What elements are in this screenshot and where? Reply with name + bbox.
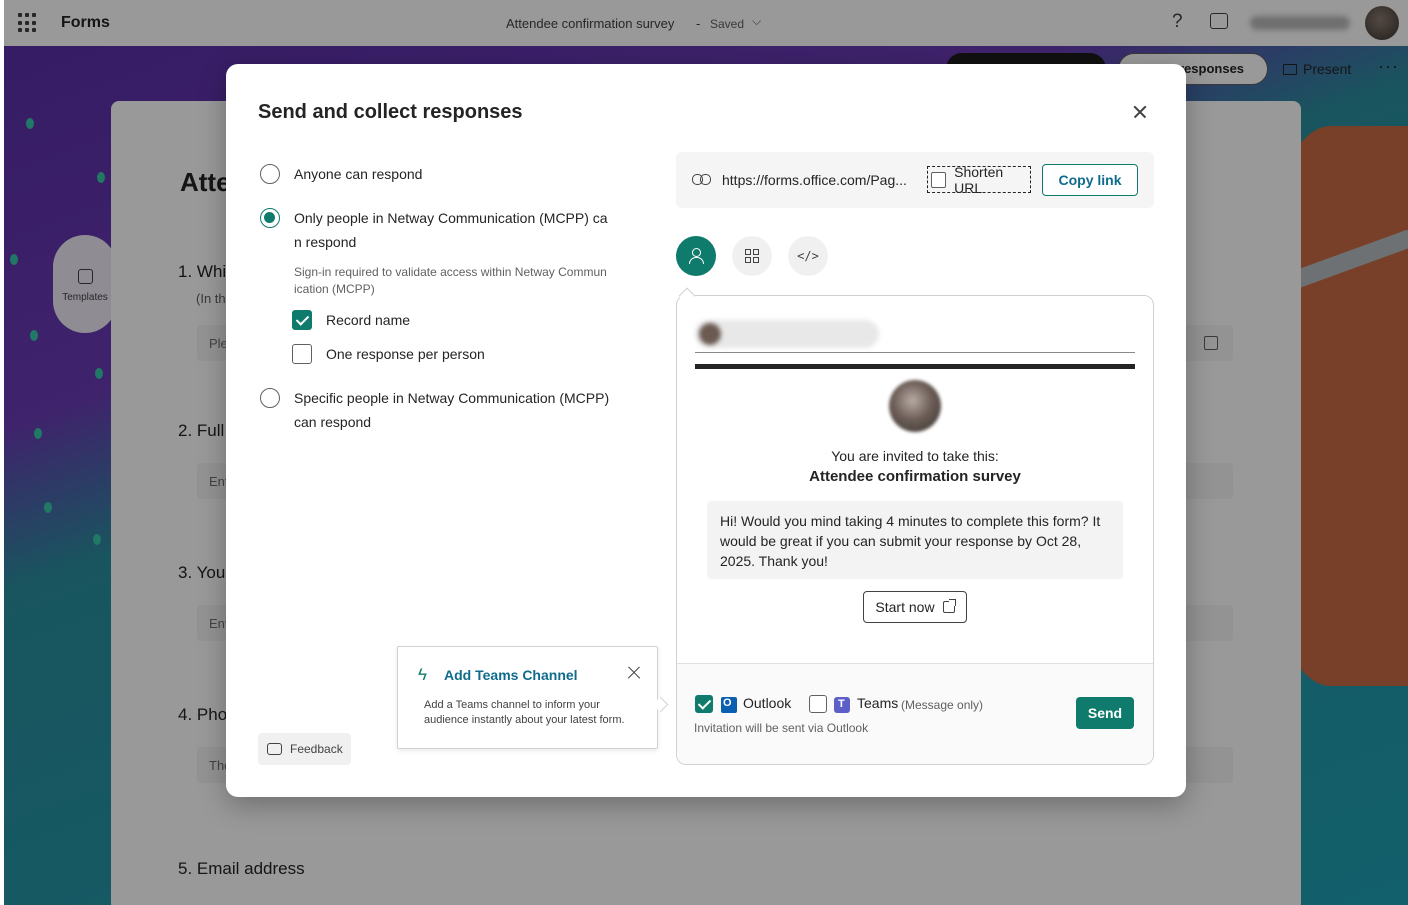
lightning-icon: ϟ [418,665,427,684]
tab-embed[interactable]: </> [788,236,828,276]
radio-org-only[interactable] [260,208,280,228]
invite-people-icon [688,248,704,264]
window-edge [0,0,4,905]
teams-icon [834,697,850,713]
radio-specific-people[interactable] [260,388,280,408]
qr-code-icon [745,249,759,263]
one-response-checkbox[interactable] [292,344,312,364]
shorten-url-label: Shorten URL [954,163,1004,196]
copy-link-button[interactable]: Copy link [1042,164,1138,196]
popup-close-icon[interactable] [627,666,641,680]
checkbox-box [931,171,947,188]
share-url[interactable]: https://forms.office.com/Pag... [722,172,907,188]
record-name-label[interactable]: Record name [326,312,410,328]
add-teams-channel-link[interactable]: Add Teams Channel [444,667,578,683]
teams-note: (Message only) [901,698,984,712]
description-line2: ication (MCPP) [294,282,375,296]
record-name-checkbox[interactable] [292,310,312,330]
outlook-label[interactable]: Outlook [743,695,791,711]
dialog-title: Send and collect responses [258,101,523,123]
outlook-checkbox[interactable] [695,695,713,713]
one-response-label[interactable]: One response per person [326,346,485,362]
close-icon[interactable] [1128,100,1152,124]
teams-checkbox[interactable] [809,695,827,713]
shorten-url-checkbox[interactable]: Shorten URL [927,163,1031,196]
feedback-button[interactable]: Feedback [258,733,351,765]
teams-label[interactable]: Teams [857,695,898,711]
add-teams-channel-popup: ϟ Add Teams Channel Add a Teams channel … [397,646,658,749]
speech-bubble-icon [267,743,282,755]
outlook-icon [721,697,737,713]
option-org-only-label-line1[interactable]: Only people in Netway Communication (MCP… [294,206,608,230]
link-icon [692,174,712,185]
option-specific-label-line2[interactable]: can respond [294,410,371,434]
feedback-label: Feedback [290,742,343,756]
option-specific-label-line1[interactable]: Specific people in Netway Communication … [294,386,609,410]
share-link-bar: https://forms.office.com/Pag... Shorten … [676,152,1154,208]
option-org-only-description: Sign-in required to validate access with… [294,264,612,298]
send-button[interactable]: Send [1076,697,1134,729]
embed-code-icon: </> [797,249,819,263]
radio-anyone[interactable] [260,164,280,184]
send-dialog: Send and collect responses Anyone can re… [226,64,1186,797]
tab-qr-code[interactable] [732,236,772,276]
description-line1: Sign-in required to validate access with… [294,265,607,279]
tab-invite-people[interactable] [676,236,716,276]
send-via-hint: Invitation will be sent via Outlook [694,721,869,735]
option-org-only-label-line2[interactable]: n respond [294,230,356,254]
channel-controls: Outlook Teams (Message only) Invitation … [676,295,1154,765]
popup-description: Add a Teams channel to inform your audie… [424,699,625,726]
option-anyone-label[interactable]: Anyone can respond [294,162,422,186]
